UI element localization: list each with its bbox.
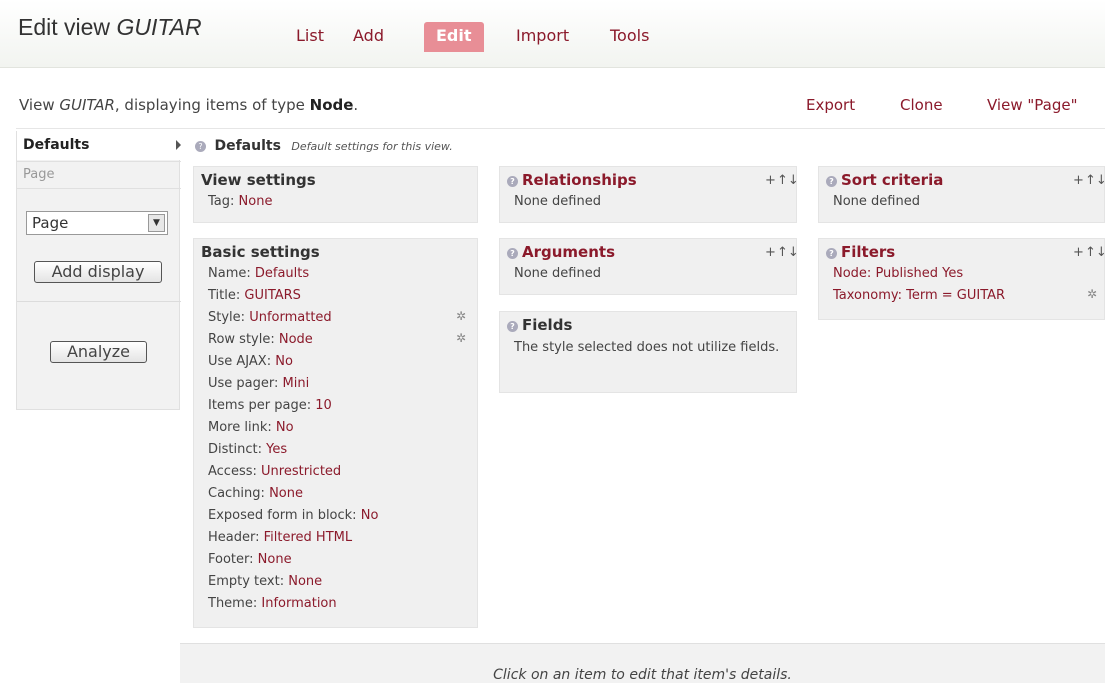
tab-import[interactable]: Import (504, 22, 581, 52)
gear-icon[interactable]: ✲ (456, 332, 467, 344)
panel-controls: +↑↓ (764, 173, 799, 188)
basic-setting-row[interactable]: Use AJAX: No (194, 351, 477, 373)
panel-title[interactable]: ? Sort criteria (819, 167, 1104, 191)
setting-tag[interactable]: Tag: None (194, 191, 477, 213)
sidebar-divider (17, 301, 181, 302)
help-icon[interactable]: ? (826, 248, 837, 259)
fields-panel: ? Fields The style selected does not util… (499, 311, 797, 393)
gear-icon[interactable]: ✲ (456, 310, 467, 322)
page-title: Edit view GUITAR (18, 14, 202, 40)
panel-title[interactable]: ? Relationships (500, 167, 796, 191)
add-icon[interactable]: + (1072, 245, 1085, 260)
sort-criteria-panel: ? Sort criteria +↑↓ None defined (818, 166, 1105, 223)
tab-edit[interactable]: Edit (424, 22, 484, 52)
view-page-link[interactable]: View "Page" (987, 96, 1077, 114)
clone-link[interactable]: Clone (900, 96, 943, 114)
basic-setting-row[interactable]: Items per page: 10 (194, 395, 477, 417)
rearrange-icon[interactable]: ↑↓ (777, 173, 799, 188)
filter-item[interactable]: Node: Published Yes (819, 263, 1104, 285)
basic-setting-row[interactable]: Name: Defaults (194, 263, 477, 285)
panel-title: ? Fields (500, 312, 796, 336)
basic-settings-list: Name: Defaults Title: GUITARS Style: Unfor… (194, 263, 477, 615)
basic-setting-row[interactable]: Use pager: Mini (194, 373, 477, 395)
help-icon[interactable]: ? (507, 248, 518, 259)
panel-title[interactable]: ? Filters (819, 239, 1104, 263)
tab-add[interactable]: Add (341, 22, 396, 52)
help-icon[interactable]: ? (826, 176, 837, 187)
basic-setting-row[interactable]: Footer: None (194, 549, 477, 571)
basic-settings-panel: Basic settings Name: Defaults Title: GUIT… (193, 238, 478, 628)
basic-setting-row[interactable]: Distinct: Yes (194, 439, 477, 461)
rearrange-icon[interactable]: ↑↓ (1085, 173, 1105, 188)
basic-setting-row[interactable]: Access: Unrestricted (194, 461, 477, 483)
basic-setting-row[interactable]: More link: No (194, 417, 477, 439)
help-bar: Click on an item to edit that item's det… (180, 643, 1105, 683)
relationships-panel: ? Relationships +↑↓ None defined (499, 166, 799, 223)
panel-title: View settings (201, 171, 316, 189)
rearrange-icon[interactable]: ↑↓ (777, 245, 799, 260)
add-display-button[interactable]: Add display (34, 261, 162, 283)
help-icon[interactable]: ? (507, 176, 518, 187)
basic-setting-row[interactable]: Caching: None (194, 483, 477, 505)
basic-setting-row[interactable]: Title: GUITARS (194, 285, 477, 307)
arguments-panel: ? Arguments +↑↓ None defined (499, 238, 799, 295)
display-tab-page[interactable]: Page (17, 161, 181, 189)
view-settings-panel: View settings Tag: None (193, 166, 478, 223)
export-link[interactable]: Export (806, 96, 855, 114)
section-heading: ? Defaults Default settings for this vie… (195, 138, 453, 154)
panel-controls: +↑↓ (1072, 245, 1105, 260)
analyze-button[interactable]: Analyze (50, 341, 147, 363)
add-icon[interactable]: + (764, 173, 777, 188)
panel-title: Basic settings (201, 243, 320, 261)
basic-setting-row[interactable]: Header: Filtered HTML (194, 527, 477, 549)
help-icon[interactable]: ? (507, 321, 518, 332)
tab-tools[interactable]: Tools (598, 22, 661, 52)
add-icon[interactable]: + (764, 245, 777, 260)
filters-panel: ? Filters +↑↓ Node: Published Yes Taxonom… (818, 238, 1105, 320)
basic-setting-row[interactable]: Row style: Node ✲ (194, 329, 477, 351)
arrow-right-icon (176, 140, 181, 150)
display-tab-defaults[interactable]: Defaults (17, 131, 181, 160)
divider (16, 128, 1105, 129)
panel-controls: +↑↓ (1072, 173, 1105, 188)
filter-item[interactable]: Taxonomy: Term = GUITAR ✲ (819, 285, 1104, 307)
display-type-select[interactable]: Page ▼ (26, 211, 168, 235)
help-text: Click on an item to edit that item's det… (493, 667, 792, 683)
rearrange-icon[interactable]: ↑↓ (1085, 245, 1105, 260)
page-header: Edit view GUITAR List Add Edit Import To… (0, 0, 1105, 68)
basic-setting-row[interactable]: Empty text: None (194, 571, 477, 593)
add-icon[interactable]: + (1072, 173, 1085, 188)
basic-setting-row[interactable]: Theme: Information (194, 593, 477, 615)
basic-setting-row[interactable]: Exposed form in block: No (194, 505, 477, 527)
view-name: GUITAR (116, 14, 202, 40)
gear-icon[interactable]: ✲ (1087, 288, 1098, 300)
tab-list[interactable]: List (284, 22, 336, 52)
view-description: View GUITAR, displaying items of type No… (19, 96, 359, 114)
panel-title[interactable]: ? Arguments (500, 239, 796, 263)
panel-controls: +↑↓ (764, 245, 799, 260)
chevron-down-icon[interactable]: ▼ (148, 214, 165, 232)
display-sidebar: Defaults Page Page ▼ Add display Analyze (16, 131, 181, 410)
help-icon[interactable]: ? (195, 141, 206, 152)
basic-setting-row[interactable]: Style: Unformatted ✲ (194, 307, 477, 329)
